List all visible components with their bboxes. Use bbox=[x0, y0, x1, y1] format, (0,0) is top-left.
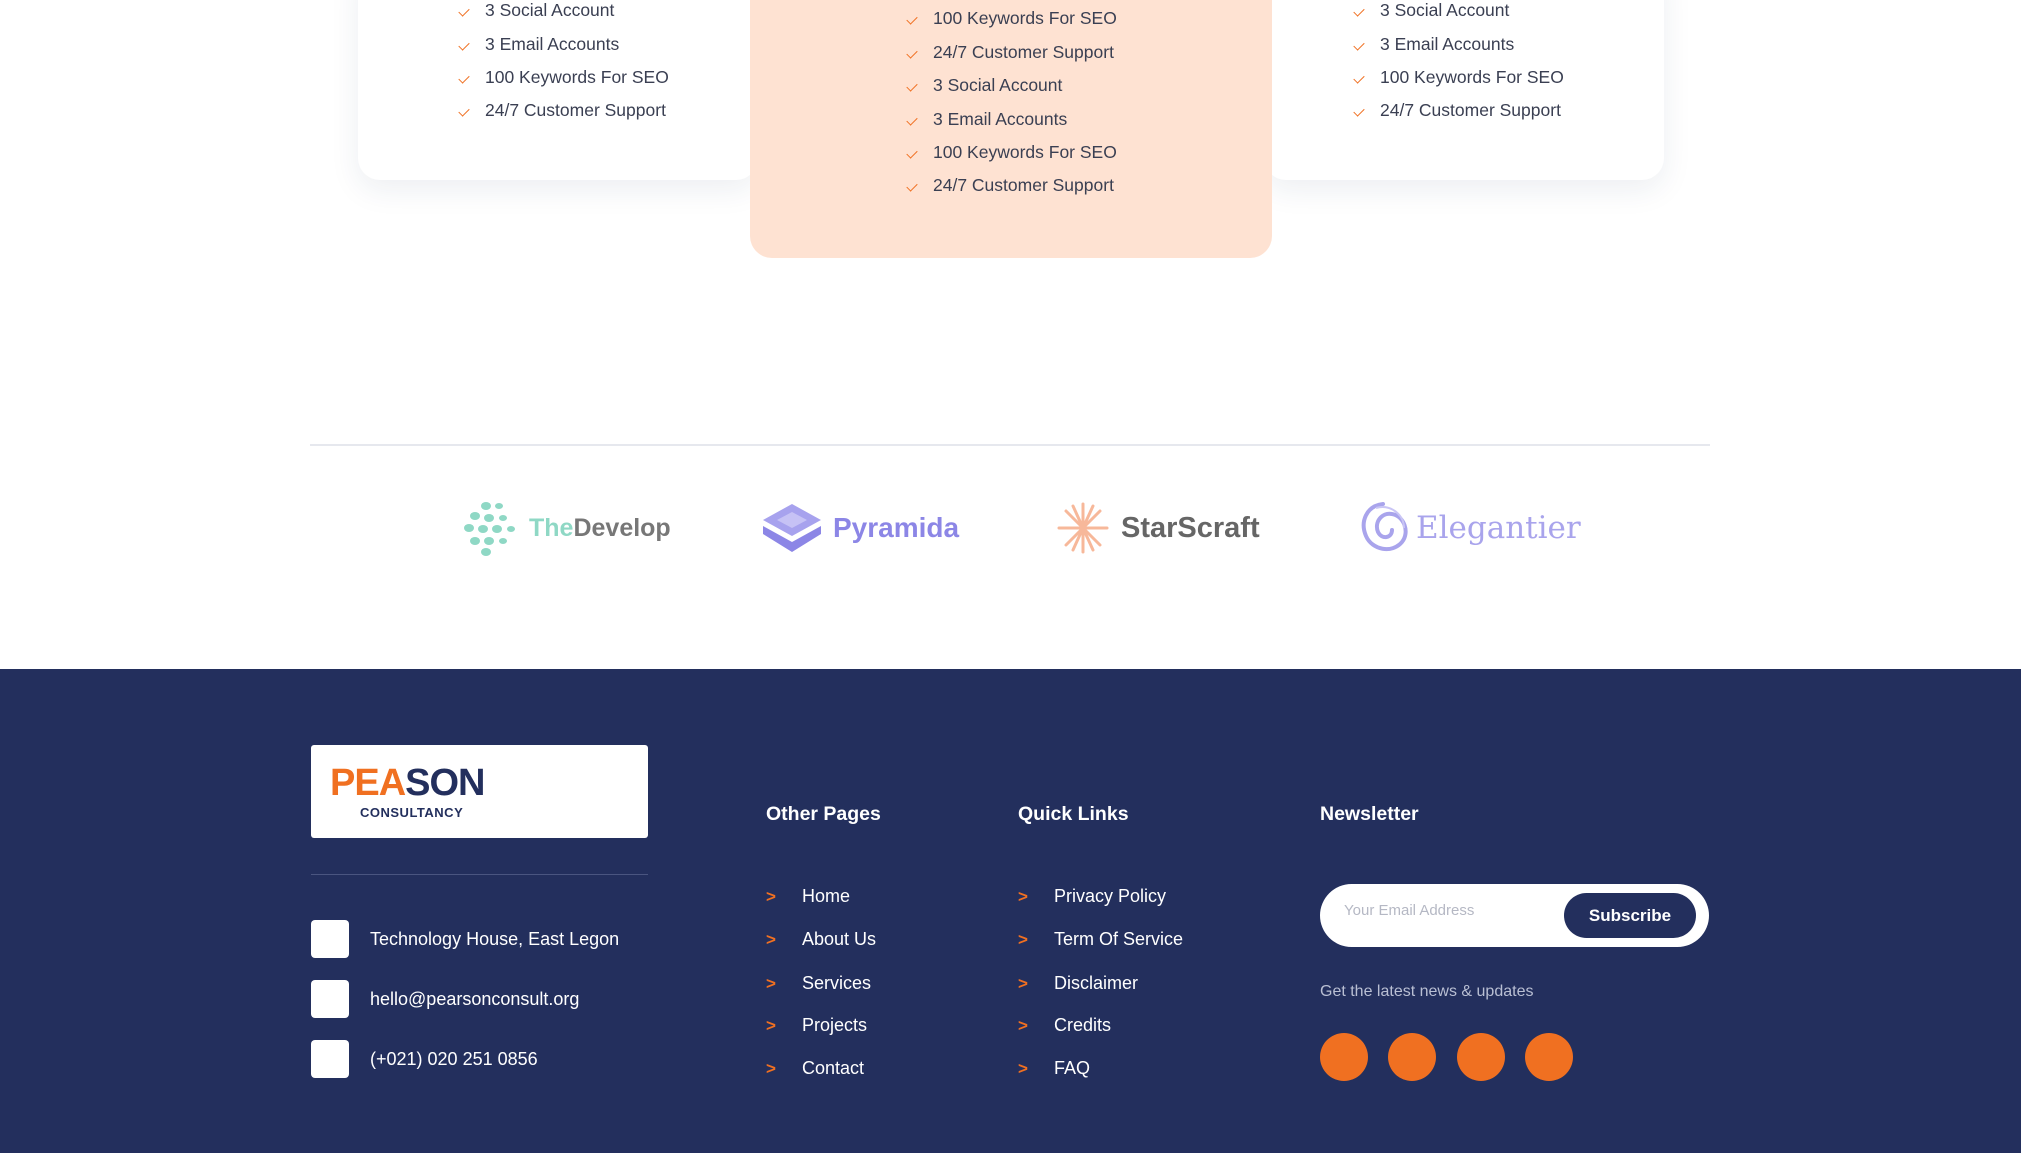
swirl-icon bbox=[1361, 502, 1408, 552]
chevron-right-icon: > bbox=[1018, 1058, 1028, 1078]
check-icon bbox=[906, 146, 920, 160]
feature-item: 100 Keywords For SEO bbox=[458, 67, 669, 88]
check-icon bbox=[1353, 104, 1367, 118]
logo-subtitle: CONSULTANCY bbox=[360, 805, 464, 820]
chevron-right-icon: > bbox=[1018, 886, 1028, 906]
star-burst-icon bbox=[1057, 502, 1109, 554]
facebook-icon[interactable] bbox=[1320, 1033, 1368, 1081]
contact-email[interactable]: hello@pearsonconsult.org bbox=[311, 980, 579, 1018]
quick-links-title: Quick Links bbox=[1018, 803, 1129, 825]
footer-divider bbox=[311, 874, 648, 875]
check-icon bbox=[458, 104, 472, 118]
feature-item: 24/7 Customer Support bbox=[1353, 100, 1561, 121]
check-icon bbox=[1353, 71, 1367, 85]
location-icon bbox=[311, 920, 349, 958]
brand-logo-starscraft: StarScraft bbox=[1057, 502, 1260, 554]
check-icon bbox=[1353, 38, 1367, 52]
chevron-right-icon: > bbox=[1018, 1015, 1028, 1035]
feature-item: 24/7 Customer Support bbox=[458, 100, 666, 121]
contact-address: Technology House, East Legon bbox=[311, 920, 619, 958]
contact-phone[interactable]: (+021) 020 251 0856 bbox=[311, 1040, 538, 1078]
footer-link-terms[interactable]: > Term Of Service bbox=[1018, 929, 1183, 950]
check-icon bbox=[458, 71, 472, 85]
pricing-card-basic bbox=[358, 0, 758, 180]
pricing-card-premium bbox=[1264, 0, 1664, 180]
layers-icon bbox=[763, 504, 821, 552]
brand-logo-elegantier: Elegantier bbox=[1356, 500, 1581, 556]
mail-icon bbox=[311, 980, 349, 1018]
footer-link-home[interactable]: > Home bbox=[766, 886, 850, 907]
feature-item: 3 Social Account bbox=[906, 75, 1062, 96]
newsletter-email-input[interactable] bbox=[1344, 902, 1544, 919]
chevron-right-icon: > bbox=[766, 1058, 776, 1078]
other-pages-title: Other Pages bbox=[766, 803, 881, 825]
instagram-icon[interactable] bbox=[1457, 1033, 1505, 1081]
subscribe-button[interactable]: Subscribe bbox=[1564, 893, 1696, 938]
check-icon bbox=[906, 12, 920, 26]
section-divider bbox=[310, 444, 1710, 446]
feature-item: 3 Social Account bbox=[1353, 0, 1509, 21]
logo-wordmark: PEASON bbox=[330, 762, 486, 804]
footer-link-contact[interactable]: > Contact bbox=[766, 1058, 864, 1079]
chevron-right-icon: > bbox=[1018, 973, 1028, 993]
check-icon bbox=[458, 38, 472, 52]
check-icon bbox=[458, 4, 472, 18]
footer-link-faq[interactable]: > FAQ bbox=[1018, 1058, 1090, 1079]
chevron-right-icon: > bbox=[766, 973, 776, 993]
check-icon bbox=[906, 46, 920, 60]
check-icon bbox=[906, 79, 920, 93]
feature-item: 100 Keywords For SEO bbox=[906, 8, 1117, 29]
footer-logo[interactable]: PEASON CONSULTANCY bbox=[311, 745, 648, 838]
chevron-right-icon: > bbox=[766, 886, 776, 906]
feature-item: 100 Keywords For SEO bbox=[1353, 67, 1564, 88]
feature-item: 3 Social Account bbox=[458, 0, 614, 21]
feature-item: 24/7 Customer Support bbox=[906, 42, 1114, 63]
feature-item: 3 Email Accounts bbox=[906, 109, 1067, 130]
feature-item: 100 Keywords For SEO bbox=[906, 142, 1117, 163]
footer-link-credits[interactable]: > Credits bbox=[1018, 1015, 1111, 1036]
footer-link-services[interactable]: > Services bbox=[766, 973, 871, 994]
footer-link-disclaimer[interactable]: > Disclaimer bbox=[1018, 973, 1138, 994]
feature-item: 3 Email Accounts bbox=[1353, 34, 1514, 55]
phone-icon bbox=[311, 1040, 349, 1078]
feature-item: 3 Email Accounts bbox=[458, 34, 619, 55]
linkedin-icon[interactable] bbox=[1525, 1033, 1573, 1081]
brand-logo-pyramida: Pyramida bbox=[761, 502, 959, 554]
check-icon bbox=[906, 179, 920, 193]
twitter-icon[interactable] bbox=[1388, 1033, 1436, 1081]
check-icon bbox=[1353, 4, 1367, 18]
newsletter-caption: Get the latest news & updates bbox=[1320, 983, 1534, 1000]
footer-link-privacy[interactable]: > Privacy Policy bbox=[1018, 886, 1166, 907]
check-icon bbox=[906, 113, 920, 127]
footer-link-about[interactable]: > About Us bbox=[766, 929, 876, 950]
newsletter-title: Newsletter bbox=[1320, 803, 1419, 825]
newsletter-form: Subscribe bbox=[1320, 884, 1709, 947]
chevron-right-icon: > bbox=[766, 1015, 776, 1035]
feature-item: 24/7 Customer Support bbox=[906, 175, 1114, 196]
brand-logo-thedevelop: The Develop bbox=[463, 500, 671, 556]
chevron-right-icon: > bbox=[766, 929, 776, 949]
footer-link-projects[interactable]: > Projects bbox=[766, 1015, 867, 1036]
chevron-right-icon: > bbox=[1018, 929, 1028, 949]
site-footer bbox=[0, 669, 2021, 1153]
dots-icon bbox=[464, 502, 515, 556]
